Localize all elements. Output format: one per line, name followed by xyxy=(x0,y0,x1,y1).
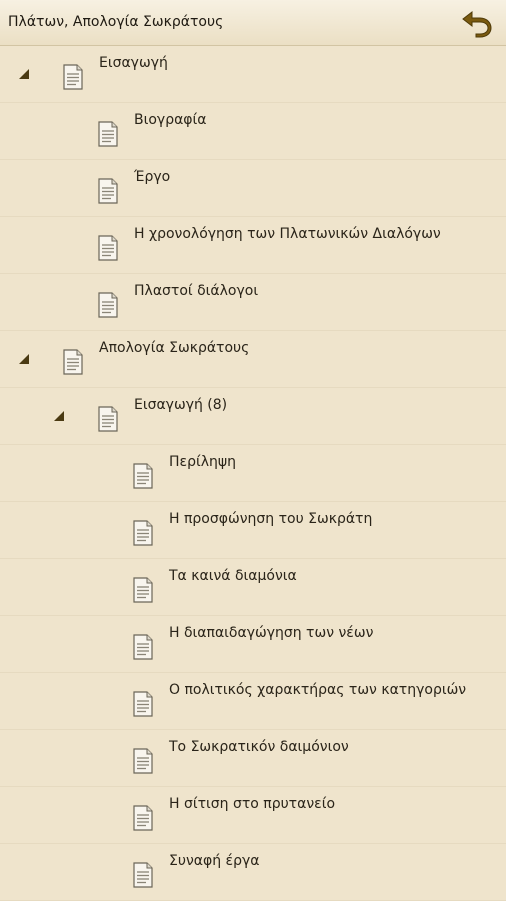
document-icon xyxy=(133,634,153,660)
tree-item-label: Το Σωκρατικόν δαιμόνιον xyxy=(169,739,349,755)
tree-item-label: Η σίτιση στο πρυτανείο xyxy=(169,796,336,812)
tree-row[interactable]: Έργο xyxy=(0,160,506,217)
tree-row[interactable]: Περίληψη xyxy=(0,445,506,502)
tree-row[interactable]: Ο πολιτικός χαρακτήρας των κατηγοριών xyxy=(0,673,506,730)
document-icon xyxy=(98,178,118,204)
tree-item-label: Η προσφώνηση του Σωκράτη xyxy=(169,511,373,527)
tree-item-label: Εισαγωγή (8) xyxy=(134,397,228,413)
back-button[interactable] xyxy=(460,7,494,39)
document-icon xyxy=(133,691,153,717)
tree-item-label: Έργο xyxy=(134,169,171,185)
tree-row[interactable]: Το Σωκρατικόν δαιμόνιον xyxy=(0,730,506,787)
tree-row[interactable]: Βιογραφία xyxy=(0,103,506,160)
tree-item-label: Απολογία Σωκράτους xyxy=(99,340,250,356)
undo-arrow-icon xyxy=(462,10,492,38)
tree-row[interactable]: Η διαπαιδαγώγηση των νέων xyxy=(0,616,506,673)
document-icon xyxy=(98,235,118,261)
tree-row[interactable]: Εισαγωγή xyxy=(0,46,506,103)
tree-row[interactable]: Τα καινά διαμόνια xyxy=(0,559,506,616)
document-icon xyxy=(133,748,153,774)
tree-row[interactable]: Συναφή έργα xyxy=(0,844,506,901)
document-icon xyxy=(98,406,118,432)
tree-row[interactable]: Απολογία Σωκράτους xyxy=(0,331,506,388)
document-icon xyxy=(98,121,118,147)
document-icon xyxy=(63,349,83,375)
triangle-expanded-icon[interactable] xyxy=(18,353,30,365)
triangle-expanded-icon[interactable] xyxy=(18,68,30,80)
triangle-expanded-icon[interactable] xyxy=(53,410,65,422)
contents-tree: Εισαγωγή Βιογραφία Έργο Η χρονολόγηση τω… xyxy=(0,46,506,901)
page-title: Πλάτων, Απολογία Σωκράτους xyxy=(8,14,224,30)
tree-row[interactable]: Πλαστοί διάλογοι xyxy=(0,274,506,331)
document-icon xyxy=(133,862,153,888)
tree-item-label: Περίληψη xyxy=(169,454,236,470)
document-icon xyxy=(133,463,153,489)
document-icon xyxy=(133,520,153,546)
tree-item-label: Ο πολιτικός χαρακτήρας των κατηγοριών xyxy=(169,682,467,698)
app-header: Πλάτων, Απολογία Σωκράτους xyxy=(0,0,506,46)
document-icon xyxy=(133,805,153,831)
tree-item-label: Τα καινά διαμόνια xyxy=(169,568,297,584)
document-icon xyxy=(63,64,83,90)
tree-item-label: Η χρονολόγηση των Πλατωνικών Διαλόγων xyxy=(134,226,441,242)
document-icon xyxy=(98,292,118,318)
tree-row[interactable]: Εισαγωγή (8) xyxy=(0,388,506,445)
tree-item-label: Εισαγωγή xyxy=(99,55,168,71)
tree-item-label: Πλαστοί διάλογοι xyxy=(134,283,259,299)
tree-item-label: Βιογραφία xyxy=(134,112,207,128)
document-icon xyxy=(133,577,153,603)
tree-row[interactable]: Η χρονολόγηση των Πλατωνικών Διαλόγων xyxy=(0,217,506,274)
tree-item-label: Η διαπαιδαγώγηση των νέων xyxy=(169,625,374,641)
tree-item-label: Συναφή έργα xyxy=(169,853,260,869)
tree-row[interactable]: Η σίτιση στο πρυτανείο xyxy=(0,787,506,844)
tree-row[interactable]: Η προσφώνηση του Σωκράτη xyxy=(0,502,506,559)
